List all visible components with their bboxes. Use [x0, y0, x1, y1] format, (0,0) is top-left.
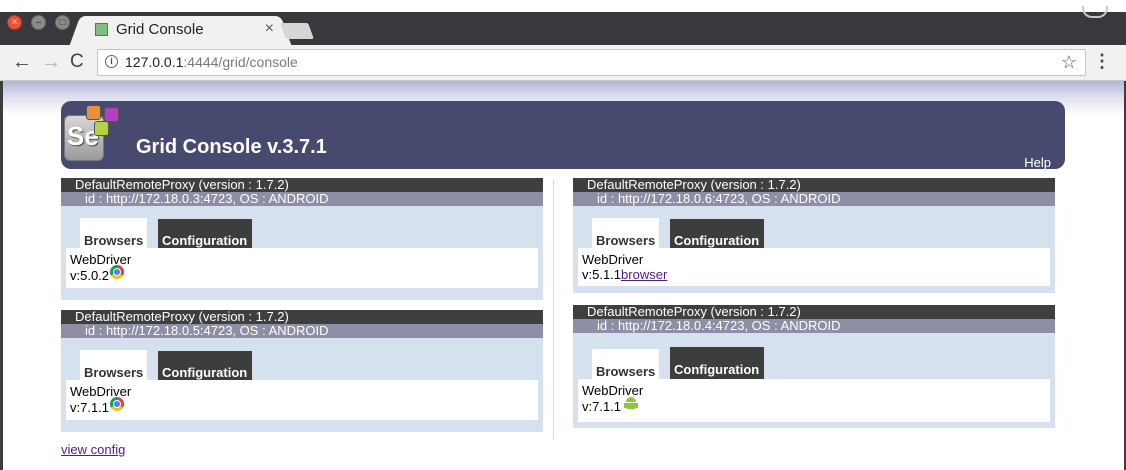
view-config-link[interactable]: view config: [61, 442, 125, 457]
webdriver-version: v:7.1.1: [70, 396, 125, 415]
forward-button[interactable]: →: [41, 51, 61, 74]
version-text: v:7.1.1: [70, 400, 110, 415]
browsers-content: WebDriver v:5.1.1 browser: [578, 248, 1050, 286]
page-title: Grid Console v.3.7.1: [136, 136, 327, 158]
webdriver-version: v:7.1.1: [582, 396, 639, 414]
version-text: v:7.1.1: [582, 399, 622, 414]
proxy-panel: DefaultRemoteProxy (version : 1.7.2) id …: [61, 310, 543, 432]
android-icon[interactable]: [624, 396, 639, 411]
webdriver-version: v:5.0.2: [70, 264, 125, 283]
tab-browsers[interactable]: Browsers: [592, 349, 659, 379]
browser-menu-icon[interactable]: ⋮: [1093, 51, 1111, 72]
proxy-tabs: Browsers Configuration: [573, 333, 1055, 379]
tab-configuration[interactable]: Configuration: [158, 219, 252, 249]
site-info-icon[interactable]: i: [105, 55, 118, 68]
proxy-title: DefaultRemoteProxy (version : 1.7.2): [573, 178, 1055, 192]
reload-button[interactable]: C: [70, 51, 84, 73]
webdriver-label: WebDriver: [582, 252, 644, 267]
proxy-id: id : http://172.18.0.5:4723, OS : ANDROI…: [61, 324, 543, 338]
proxy-tabs: Browsers Configuration: [61, 338, 543, 381]
tab-title: Grid Console: [116, 21, 204, 38]
proxy-tabs: Browsers Configuration: [61, 206, 543, 249]
window-close-button[interactable]: ×: [7, 15, 22, 30]
help-link[interactable]: Help: [1024, 155, 1051, 170]
webdriver-label: WebDriver: [70, 252, 132, 267]
proxy-panel: DefaultRemoteProxy (version : 1.7.2) id …: [573, 178, 1055, 293]
chrome-icon[interactable]: [110, 396, 125, 411]
browser-tab-grid-console[interactable]: Grid Console ×: [83, 16, 278, 45]
proxy-tabs: Browsers Configuration: [573, 206, 1055, 249]
address-bar[interactable]: i 127.0.0.1:4444/grid/console ☆: [97, 49, 1086, 76]
window-maximize-button[interactable]: □: [55, 15, 70, 30]
selenium-logo-icon: Se: [64, 105, 122, 163]
proxy-id: id : http://172.18.0.3:4723, OS : ANDROI…: [61, 192, 543, 206]
tab-browsers[interactable]: Browsers: [592, 218, 659, 248]
logo-square-orange: [86, 105, 101, 120]
tab-close-icon[interactable]: ×: [265, 20, 274, 38]
window-border-left: [0, 81, 3, 470]
logo-square-purple: [104, 107, 119, 122]
version-text: v:5.0.2: [70, 268, 110, 283]
proxy-id: id : http://172.18.0.6:4723, OS : ANDROI…: [573, 192, 1055, 206]
desktop-strip: [0, 0, 1126, 12]
window-minimize-button[interactable]: –: [31, 15, 46, 30]
version-text: v:5.1.1: [582, 267, 622, 282]
url-text[interactable]: 127.0.0.1:4444/grid/console: [125, 54, 298, 70]
webdriver-label: WebDriver: [70, 384, 132, 399]
proxy-panel: DefaultRemoteProxy (version : 1.7.2) id …: [573, 305, 1055, 428]
chrome-icon[interactable]: [110, 264, 125, 279]
tab-configuration[interactable]: Configuration: [670, 347, 764, 379]
browser-link[interactable]: browser: [621, 267, 667, 282]
proxy-title: DefaultRemoteProxy (version : 1.7.2): [61, 178, 543, 192]
proxy-panel: DefaultRemoteProxy (version : 1.7.2) id …: [61, 178, 543, 300]
column-divider: [553, 179, 554, 439]
profile-icon[interactable]: [1082, 6, 1108, 18]
page-viewport: Se Grid Console v.3.7.1 Help DefaultRemo…: [0, 81, 1126, 470]
url-path: :4444/grid/console: [183, 54, 298, 70]
browsers-content: WebDriver v:7.1.1: [578, 379, 1050, 422]
tab-configuration[interactable]: Configuration: [670, 219, 764, 249]
tab-configuration[interactable]: Configuration: [158, 351, 252, 381]
grid-console-header: Se Grid Console v.3.7.1 Help: [61, 101, 1065, 170]
tab-browsers[interactable]: Browsers: [80, 218, 147, 248]
url-host: 127.0.0.1: [125, 54, 184, 70]
proxy-title: DefaultRemoteProxy (version : 1.7.2): [573, 305, 1055, 319]
window-titlebar: × – □ Grid Console ×: [0, 0, 1126, 45]
logo-square-green: [94, 121, 109, 136]
bookmark-star-icon[interactable]: ☆: [1061, 52, 1077, 73]
proxy-id: id : http://172.18.0.4:4723, OS : ANDROI…: [573, 319, 1055, 333]
new-tab-button[interactable]: [280, 23, 314, 39]
webdriver-version: v:5.1.1 browser: [582, 267, 667, 282]
back-button[interactable]: ←: [12, 51, 32, 74]
browsers-content: WebDriver v:7.1.1: [66, 380, 538, 420]
browser-toolbar: ← → C i 127.0.0.1:4444/grid/console ☆ ⋮: [0, 45, 1126, 81]
favicon-icon: [95, 23, 108, 36]
proxy-title: DefaultRemoteProxy (version : 1.7.2): [61, 310, 543, 324]
tab-browsers[interactable]: Browsers: [80, 350, 147, 380]
browsers-content: WebDriver v:5.0.2: [66, 248, 538, 288]
